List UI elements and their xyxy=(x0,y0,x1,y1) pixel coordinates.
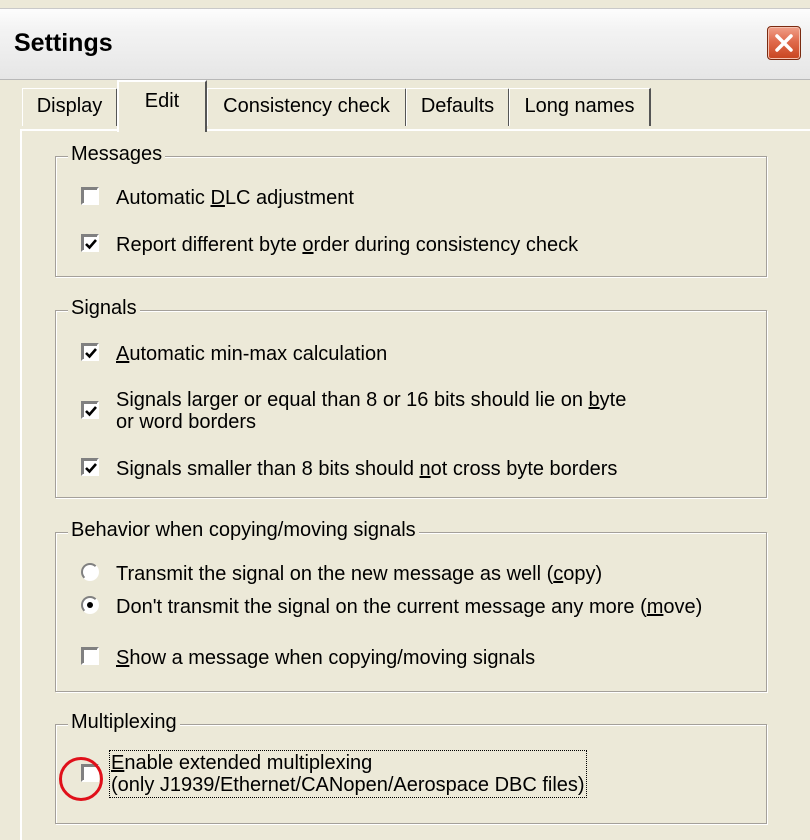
auto-dlc-option[interactable]: Automatic DLC adjustment xyxy=(81,187,354,209)
extended-multiplexing-label: Enable extended multiplexing (only J1939/… xyxy=(109,750,587,798)
window-title: Settings xyxy=(14,29,113,57)
multiplexing-group: Multiplexing Enable extended multiplexin… xyxy=(55,711,767,824)
small-signals-label: Signals smaller than 8 bits should not c… xyxy=(116,458,618,480)
move-option[interactable]: Don't transmit the signal on the current… xyxy=(81,596,702,618)
checkmark-icon xyxy=(85,348,97,359)
signals-legend: Signals xyxy=(68,297,140,320)
byte-order-option[interactable]: Report different byte order during consi… xyxy=(81,234,578,256)
byte-order-checkbox[interactable] xyxy=(81,234,99,252)
extended-multiplexing-option[interactable]: Enable extended multiplexing (only J1939/… xyxy=(81,750,587,798)
show-message-option[interactable]: Show a message when copying/moving signa… xyxy=(81,647,535,669)
tab-defaults[interactable]: Defaults xyxy=(406,88,510,126)
minmax-checkbox[interactable] xyxy=(81,343,99,361)
borders-checkbox[interactable] xyxy=(81,401,99,419)
show-message-checkbox[interactable] xyxy=(81,647,99,665)
small-signals-option[interactable]: Signals smaller than 8 bits should not c… xyxy=(81,458,617,480)
messages-group: Messages Automatic DLC adjustment Report… xyxy=(55,143,767,277)
checkmark-icon xyxy=(85,239,97,250)
checkmark-icon xyxy=(85,463,97,474)
auto-dlc-label: Automatic DLC adjustment xyxy=(116,187,354,209)
signals-group: Signals Automatic min-max calculation Si… xyxy=(55,297,767,498)
title-bar[interactable]: Settings xyxy=(0,8,810,80)
minmax-option[interactable]: Automatic min-max calculation xyxy=(81,343,387,365)
tab-consistency-check[interactable]: Consistency check xyxy=(207,88,407,126)
move-label: Don't transmit the signal on the current… xyxy=(116,596,703,618)
move-radio[interactable] xyxy=(81,596,99,614)
highlight-circle-annotation xyxy=(59,757,103,801)
auto-dlc-checkbox[interactable] xyxy=(81,187,99,205)
messages-legend: Messages xyxy=(68,143,166,166)
tab-edit[interactable]: Edit xyxy=(117,80,207,132)
tab-long-names[interactable]: Long names xyxy=(509,88,651,126)
tab-display[interactable]: Display xyxy=(22,88,118,126)
minmax-label: Automatic min-max calculation xyxy=(116,343,388,365)
copy-radio[interactable] xyxy=(81,563,99,581)
settings-dialog: Settings Display Edit Consistency check … xyxy=(0,0,810,840)
close-icon xyxy=(775,34,793,52)
copy-option[interactable]: Transmit the signal on the new message a… xyxy=(81,563,602,585)
radio-selected-dot xyxy=(87,602,93,608)
byte-order-label: Report different byte order during consi… xyxy=(116,234,579,256)
borders-label: Signals larger or equal than 8 or 16 bit… xyxy=(116,389,627,433)
behavior-legend: Behavior when copying/moving signals xyxy=(68,519,419,542)
behavior-group: Behavior when copying/moving signals Tra… xyxy=(55,519,767,692)
small-signals-checkbox[interactable] xyxy=(81,458,99,476)
multiplexing-legend: Multiplexing xyxy=(68,711,180,734)
copy-label: Transmit the signal on the new message a… xyxy=(116,563,603,585)
show-message-label: Show a message when copying/moving signa… xyxy=(116,647,536,669)
close-button[interactable] xyxy=(767,26,801,60)
borders-option[interactable]: Signals larger or equal than 8 or 16 bit… xyxy=(81,389,626,433)
checkmark-icon xyxy=(85,406,97,417)
